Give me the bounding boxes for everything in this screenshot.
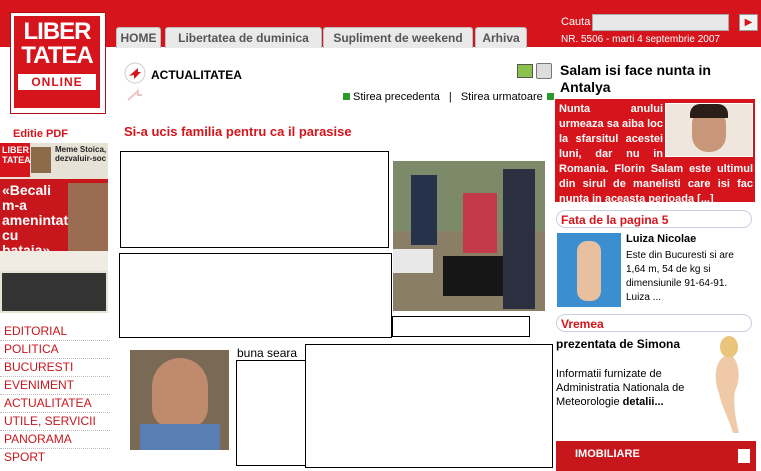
- cover-logo: LIBER TATEA: [0, 143, 31, 177]
- cover-text-block: [0, 251, 108, 271]
- logo-line-3: ONLINE: [18, 74, 96, 90]
- nav-panorama[interactable]: PANORAMA: [4, 430, 72, 448]
- vremea-subtitle: prezentata de Simona: [556, 337, 681, 351]
- logo-line-1: LIBER: [23, 18, 92, 45]
- search-label: Cauta: [561, 16, 591, 28]
- fata-photo[interactable]: [557, 233, 621, 307]
- nav-sport[interactable]: SPORT: [4, 448, 45, 466]
- section-arrow-shadow-icon: [126, 88, 146, 104]
- newspaper-cover-image[interactable]: LIBER TATEA Meme Stoica, dezvaluir-soc «…: [0, 143, 108, 313]
- ad-placeholder: [305, 344, 553, 468]
- nav-eveniment[interactable]: EVENIMENT: [4, 376, 74, 394]
- fata-text: Este din Bucuresti si are 1,64 m, 54 de …: [626, 250, 734, 303]
- nav-separator: |: [448, 91, 452, 103]
- send-email-icon[interactable]: [517, 64, 533, 78]
- nav-utile-servicii[interactable]: UTILE, SERVICII: [4, 412, 96, 430]
- caption-placeholder: [392, 316, 530, 337]
- ad-placeholder: [119, 253, 392, 338]
- vremea-text: Informatii furnizate de Administratia Na…: [556, 367, 686, 409]
- nav-editorial[interactable]: EDITORIAL: [4, 322, 67, 340]
- tab-supliment-weekend[interactable]: Supliment de weekend: [323, 27, 473, 48]
- nav-actualitatea[interactable]: ACTUALITATEA: [4, 394, 92, 412]
- feature-box[interactable]: Nunta anului urmeaza sa aiba loc la sfar…: [555, 99, 755, 205]
- fata-section-header: Fata de la pagina 5: [556, 210, 752, 228]
- feature-text: Nunta anului urmeaza sa aiba loc la sfar…: [559, 102, 753, 207]
- vremea-text-body: Informatii furnizate de Administratia Na…: [556, 368, 685, 408]
- imobiliare-banner[interactable]: IMOBILIARE: [556, 441, 756, 471]
- article-navigation: Stirea precedenta | Stirea urmatoare: [343, 91, 557, 103]
- cover-thumb-photo: [31, 147, 51, 173]
- feature-title[interactable]: Salam isi face nunta in Antalya: [560, 62, 755, 96]
- prev-article-link[interactable]: Stirea precedenta: [353, 91, 440, 103]
- issue-date: NR. 5506 - marti 4 septembrie 2007: [561, 34, 720, 45]
- cover-headline: «Becali m-a amenintat cu bataia»: [2, 182, 69, 258]
- article-photo[interactable]: [393, 161, 545, 311]
- text-placeholder: [236, 360, 306, 466]
- cover-teaser: Meme Stoica, dezvaluir-soc: [55, 145, 107, 163]
- vremea-details-link[interactable]: detalii...: [623, 396, 664, 408]
- search-input[interactable]: [592, 14, 729, 31]
- weather-presenter-photo[interactable]: [693, 335, 755, 435]
- article-body-start: buna seara: [237, 346, 298, 360]
- editie-pdf-link[interactable]: Editie PDF: [13, 128, 68, 140]
- nav-politica[interactable]: POLITICA: [4, 340, 59, 358]
- ad-placeholder: [120, 151, 389, 248]
- next-article-link[interactable]: Stirea urmatoare: [461, 91, 543, 103]
- site-logo[interactable]: LIBER TATEA ONLINE: [10, 12, 106, 114]
- nav-bucuresti[interactable]: BUCURESTI: [4, 358, 73, 376]
- fata-name[interactable]: Luiza Nicolae: [626, 233, 696, 245]
- suspect-photo[interactable]: [130, 350, 229, 450]
- imobiliare-label: IMOBILIARE: [575, 448, 640, 460]
- section-arrow-icon: [124, 62, 146, 84]
- article-headline: Si-a ucis familia pentru ca il parasise: [124, 124, 352, 139]
- logo-line-2: TATEA: [21, 42, 93, 69]
- tab-libertatea-duminica[interactable]: Libertatea de duminica: [165, 27, 322, 48]
- cover-face-photo: [68, 183, 108, 251]
- vremea-section-header: Vremea: [556, 314, 752, 332]
- section-title: ACTUALITATEA: [151, 68, 242, 82]
- fata-section-title[interactable]: Fata de la pagina 5: [561, 213, 668, 227]
- tab-arhiva[interactable]: Arhiva: [475, 27, 527, 48]
- tab-home[interactable]: HOME: [116, 27, 161, 48]
- cover-car-photo: [2, 273, 106, 311]
- print-icon[interactable]: [536, 63, 552, 79]
- green-square-icon: [343, 93, 350, 100]
- play-arrow-icon: ▶: [744, 17, 753, 28]
- vremea-section-title[interactable]: Vremea: [561, 317, 604, 331]
- house-icon: [738, 449, 750, 463]
- green-square-icon: [546, 93, 554, 100]
- search-submit-button[interactable]: ▶: [739, 14, 758, 31]
